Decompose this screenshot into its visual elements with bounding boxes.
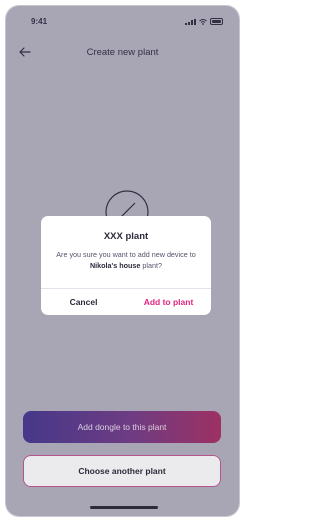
dialog-message: Are you sure you want to add new device … (51, 249, 201, 271)
add-dongle-label: Add dongle to this plant (77, 422, 167, 432)
choose-another-plant-button[interactable]: Choose another plant (23, 455, 221, 487)
add-dongle-button[interactable]: Add dongle to this plant (23, 411, 221, 443)
add-to-plant-button[interactable]: Add to plant (126, 289, 211, 315)
dialog-plant-name: Nikola's house (89, 261, 141, 270)
dialog-message-end: plant? (140, 261, 163, 270)
dialog-title: XXX plant (103, 231, 149, 242)
dialog-message-start: Are you sure you want to add new device … (56, 250, 196, 259)
home-indicator (90, 506, 158, 509)
cancel-button[interactable]: Cancel (41, 289, 126, 315)
dialog-actions: Cancel Add to plant (41, 289, 211, 315)
phone-screen: 9:41 Create new plant Add dongle to this… (5, 5, 240, 517)
choose-another-plant-label: Choose another plant (78, 466, 166, 476)
confirm-dialog: XXX plant Are you sure you want to add n… (41, 216, 211, 315)
